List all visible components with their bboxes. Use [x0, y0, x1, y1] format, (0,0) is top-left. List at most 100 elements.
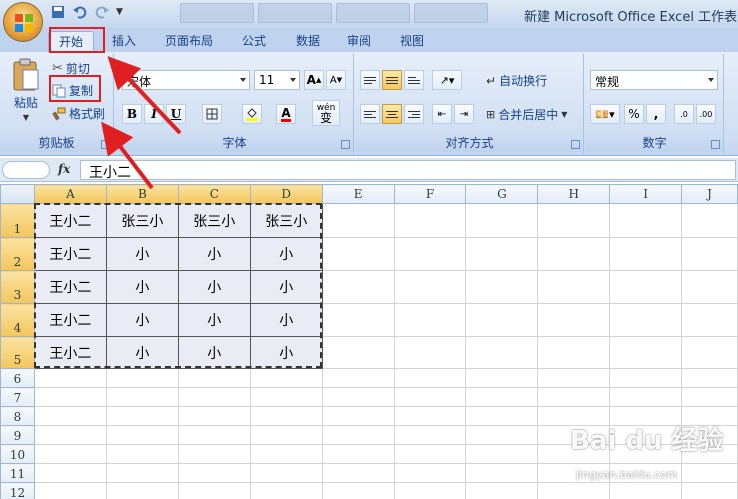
cell[interactable] [609, 368, 683, 388]
cell[interactable] [465, 482, 539, 499]
cell[interactable] [177, 406, 251, 426]
select-all-corner[interactable] [0, 184, 35, 204]
column-header[interactable]: D [249, 184, 323, 204]
cell[interactable]: 王小二 [33, 237, 107, 271]
cell[interactable] [321, 368, 395, 388]
wrap-text-button[interactable]: ↵ 自动换行 [486, 72, 547, 89]
cell[interactable]: 小 [105, 303, 179, 337]
cell[interactable] [393, 368, 467, 388]
tab-view[interactable]: 视图 [400, 32, 424, 49]
cell[interactable] [393, 270, 467, 304]
cell[interactable] [105, 425, 179, 445]
column-header[interactable]: I [609, 184, 683, 204]
cell[interactable] [537, 368, 611, 388]
borders-button[interactable] [202, 104, 222, 124]
cell[interactable] [249, 387, 323, 407]
row-header[interactable]: 6 [0, 368, 35, 388]
cell[interactable] [33, 482, 107, 499]
paste-dropdown-icon[interactable]: ▼ [23, 113, 29, 122]
cell[interactable] [681, 303, 738, 337]
row-header[interactable]: 5 [0, 336, 35, 369]
cell[interactable] [681, 387, 738, 407]
cell[interactable] [609, 203, 683, 238]
cell[interactable] [177, 368, 251, 388]
cell[interactable] [177, 463, 251, 483]
font-name-select[interactable]: 宋体 [122, 70, 250, 90]
cell[interactable] [33, 406, 107, 426]
cell[interactable]: 小 [249, 270, 323, 304]
decrease-decimal-button[interactable]: .00 [696, 104, 716, 124]
font-dialog-launcher-icon[interactable] [341, 140, 350, 149]
cell[interactable] [249, 406, 323, 426]
cell[interactable] [321, 425, 395, 445]
fill-color-button[interactable] [242, 104, 262, 124]
cell[interactable] [609, 387, 683, 407]
accounting-format-button[interactable]: 💴▾ [590, 104, 620, 124]
bottom-align-button[interactable] [404, 70, 424, 90]
increase-decimal-button[interactable]: .0 [674, 104, 694, 124]
row-header[interactable]: 7 [0, 387, 35, 407]
italic-button[interactable]: I [144, 104, 164, 124]
cell[interactable] [321, 387, 395, 407]
cell[interactable]: 张三小 [105, 203, 179, 238]
cell[interactable] [177, 387, 251, 407]
cell[interactable] [465, 270, 539, 304]
cell[interactable] [321, 406, 395, 426]
cell[interactable] [609, 237, 683, 271]
column-header[interactable]: G [465, 184, 539, 204]
save-icon[interactable] [50, 4, 66, 20]
cell[interactable] [249, 463, 323, 483]
cell[interactable]: 小 [177, 336, 251, 369]
cell[interactable] [393, 482, 467, 499]
column-header[interactable]: A [33, 184, 107, 204]
cell[interactable] [681, 203, 738, 238]
cell[interactable] [537, 270, 611, 304]
cell[interactable] [33, 368, 107, 388]
cell[interactable] [33, 463, 107, 483]
name-box[interactable] [2, 161, 50, 179]
formula-input[interactable]: 王小二 [80, 160, 736, 181]
cell[interactable] [465, 203, 539, 238]
cell[interactable] [393, 303, 467, 337]
tab-page-layout[interactable]: 页面布局 [165, 32, 213, 49]
column-header[interactable]: H [537, 184, 611, 204]
cell[interactable]: 小 [177, 303, 251, 337]
cell[interactable]: 王小二 [33, 336, 107, 369]
decrease-indent-button[interactable]: ⇤ [432, 104, 452, 124]
phonetic-guide-button[interactable]: wén 变 [312, 100, 340, 126]
font-color-button[interactable]: A [276, 104, 296, 124]
cell[interactable] [393, 425, 467, 445]
column-header[interactable]: E [321, 184, 395, 204]
undo-icon[interactable] [72, 4, 88, 20]
column-header[interactable]: B [105, 184, 179, 204]
cell[interactable]: 小 [249, 237, 323, 271]
row-header[interactable]: 3 [0, 270, 35, 304]
cell[interactable] [105, 444, 179, 464]
cell[interactable]: 王小二 [33, 303, 107, 337]
cell[interactable] [393, 237, 467, 271]
cell[interactable] [681, 368, 738, 388]
column-header[interactable]: C [177, 184, 251, 204]
cell[interactable] [321, 482, 395, 499]
cell[interactable]: 小 [105, 270, 179, 304]
cell[interactable]: 小 [105, 237, 179, 271]
cell[interactable] [321, 270, 395, 304]
cell[interactable]: 王小二 [33, 203, 107, 238]
row-header[interactable]: 1 [0, 203, 35, 238]
cell[interactable]: 王小二 [33, 270, 107, 304]
cell[interactable] [249, 444, 323, 464]
clipboard-dialog-launcher-icon[interactable] [101, 140, 110, 149]
cell[interactable] [465, 387, 539, 407]
cell[interactable]: 小 [249, 303, 323, 337]
cell[interactable]: 张三小 [177, 203, 251, 238]
cell[interactable] [609, 336, 683, 369]
cell[interactable] [537, 387, 611, 407]
cell[interactable] [33, 425, 107, 445]
cell[interactable] [465, 237, 539, 271]
cell[interactable] [105, 482, 179, 499]
row-header[interactable]: 8 [0, 406, 35, 426]
qat-customize-icon[interactable]: ▼ [116, 7, 123, 17]
cell[interactable] [321, 203, 395, 238]
cell[interactable] [465, 336, 539, 369]
cell[interactable] [393, 203, 467, 238]
